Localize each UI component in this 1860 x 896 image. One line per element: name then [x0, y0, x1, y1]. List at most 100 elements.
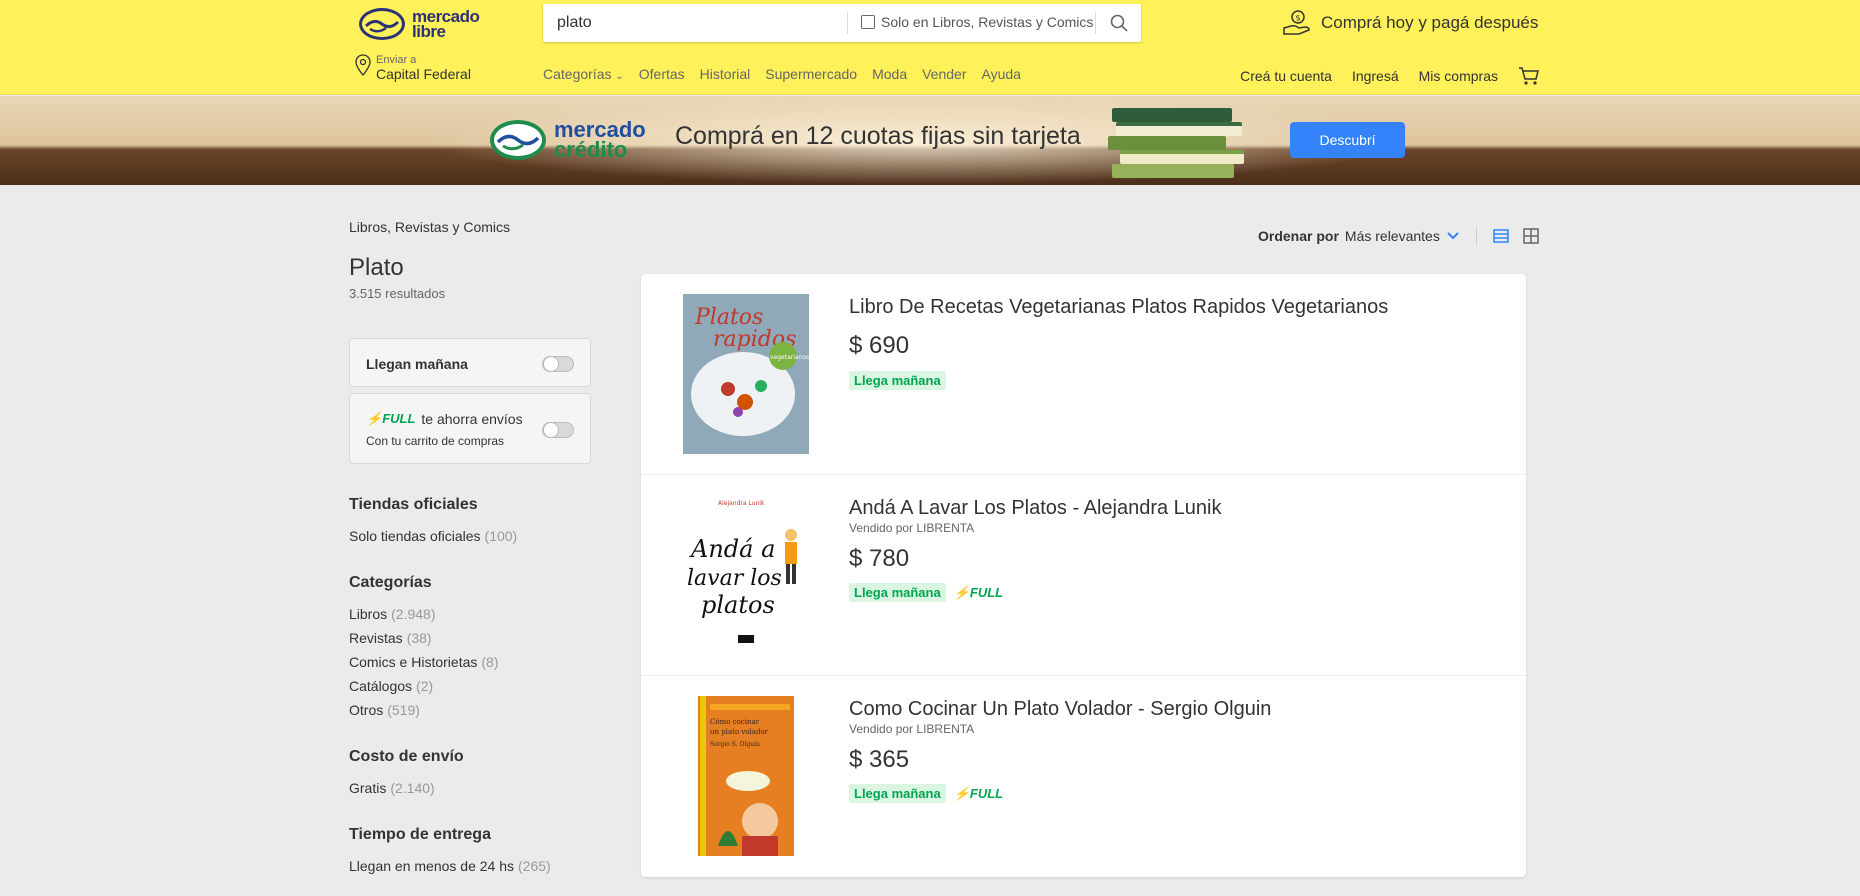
mc-line2: crédito [554, 137, 628, 162]
sort-label: Ordenar por [1258, 228, 1339, 244]
filter-item[interactable]: Libros (2.948) [349, 602, 499, 626]
mercadolibre-logo[interactable]: mercado libre [358, 4, 494, 44]
section-title: Tiendas oficiales [349, 496, 478, 513]
filter-item-label: Gratis [349, 780, 387, 796]
account-nav: Creá tu cuenta Ingresá Mis compras [1240, 66, 1540, 86]
cover3-line2: un plato volador [710, 728, 769, 736]
nav-categorias[interactable]: Categorías ⌄ [543, 66, 624, 82]
list-view-icon[interactable] [1493, 228, 1509, 244]
filter-item-count: (38) [406, 630, 432, 646]
cover2-line1: Andá a [689, 535, 775, 563]
sort-separator [1475, 227, 1477, 245]
nav-historial[interactable]: Historial [700, 66, 751, 82]
product-price: $ 780 [849, 545, 910, 572]
filter-item-label: Llegan en menos de 24 hs [349, 858, 515, 874]
shipping-badge: Llega mañana [849, 371, 946, 390]
filter-item[interactable]: Llegan en menos de 24 hs (265) [349, 854, 551, 878]
section-tiendas-oficiales: Tiendas oficiales Solo tiendas oficiales… [349, 496, 517, 548]
section-tiempo-entrega: Tiempo de entrega Llegan en menos de 24 … [349, 826, 551, 878]
filter-item-count: (8) [481, 654, 499, 670]
full-badge-text: FULL [382, 411, 416, 426]
filter-item-count: (2.140) [390, 780, 435, 796]
filter-item[interactable]: Catálogos (2) [349, 674, 499, 698]
login-link[interactable]: Ingresá [1352, 68, 1399, 84]
result-card[interactable]: Platos rapidos vegetarianos Libro De Rec… [641, 274, 1526, 475]
chevron-down-icon [1447, 232, 1459, 240]
checkbox-box[interactable] [861, 15, 875, 29]
section-title: Costo de envío [349, 748, 464, 765]
filter-item-label: Libros [349, 606, 388, 622]
product-thumbnail[interactable]: Cómo cocinar un plato volador Sergio S. … [683, 696, 809, 856]
cover2-author: Alejandra Lunik [718, 500, 765, 507]
search-button-divider [1095, 12, 1096, 34]
nav-ayuda[interactable]: Ayuda [981, 66, 1020, 82]
breadcrumb[interactable]: Libros, Revistas y Comics [349, 219, 510, 235]
banner-title: Comprá en 12 cuotas fijas sin tarjeta [675, 122, 1081, 150]
full-badge: ⚡FULL [953, 785, 1004, 801]
product-title[interactable]: Libro De Recetas Vegetarianas Platos Rap… [849, 296, 1388, 319]
filter-item[interactable]: Solo tiendas oficiales (100) [349, 524, 517, 548]
section-title: Tiempo de entrega [349, 826, 491, 843]
my-purchases-link[interactable]: Mis compras [1419, 68, 1498, 84]
search-input[interactable] [543, 4, 843, 42]
search-button[interactable] [1099, 4, 1139, 42]
shipping-info: Llega mañana ⚡FULL [849, 784, 1003, 803]
filter-item-count: (2.948) [391, 606, 436, 622]
sort-bar: Ordenar por Más relevantes [1258, 227, 1539, 245]
promo-banner[interactable]: mercado crédito Comprá en 12 cuotas fija… [0, 96, 1860, 185]
grid-view-icon[interactable] [1523, 228, 1539, 244]
location-selector[interactable]: Enviar a Capital Federal [355, 54, 471, 82]
shipping-badge: Llega mañana [849, 784, 946, 803]
filter-full-title: ⚡FULL te ahorra envíos [366, 411, 523, 427]
sort-value: Más relevantes [1344, 228, 1440, 244]
hand-coin-icon: $ [1283, 10, 1310, 35]
filter-full-label: te ahorra envíos [421, 411, 523, 427]
promo-link[interactable]: $ Comprá hoy y pagá después [1283, 10, 1538, 36]
mercado-credito-text: mercado crédito [554, 119, 646, 162]
handshake-logo-icon [359, 8, 405, 40]
result-card[interactable]: Cómo cocinar un plato volador Sergio S. … [641, 676, 1526, 877]
book-cover-image: Platos rapidos vegetarianos [683, 294, 809, 454]
mercado-credito-handshake-icon [490, 120, 546, 160]
nav-moda[interactable]: Moda [872, 66, 907, 82]
filter-item[interactable]: Gratis (2.140) [349, 776, 464, 800]
full-badge-text: FULL [969, 785, 1004, 801]
product-thumbnail[interactable]: Alejandra Lunik Andá a lavar los platos [683, 495, 809, 655]
toggle-full[interactable] [542, 422, 574, 438]
search-divider [847, 12, 848, 34]
filter-item[interactable]: Revistas (38) [349, 626, 499, 650]
cover3-line1: Cómo cocinar [710, 718, 760, 726]
filter-llegan-manana[interactable]: Llegan mañana [349, 338, 591, 387]
book-cover-image: Alejandra Lunik Andá a lavar los platos [683, 495, 809, 655]
shipping-info: Llega mañana [849, 371, 946, 390]
discover-button[interactable]: Descubrí [1290, 122, 1405, 158]
sort-dropdown[interactable]: Más relevantes [1345, 228, 1460, 244]
results-list: Platos rapidos vegetarianos Libro De Rec… [641, 274, 1526, 877]
section-title: Categorías [349, 574, 432, 591]
filter-item-label: Otros [349, 702, 384, 718]
results-count: 3.515 resultados [349, 286, 446, 301]
filter-full[interactable]: ⚡FULL te ahorra envíos Con tu carrito de… [349, 393, 591, 464]
product-title[interactable]: Andá A Lavar Los Platos - Alejandra Luni… [849, 497, 1221, 520]
product-price: $ 365 [849, 746, 910, 773]
nav-vender[interactable]: Vender [922, 66, 966, 82]
nav-supermercado[interactable]: Supermercado [765, 66, 857, 82]
full-badge: ⚡FULL [953, 584, 1004, 600]
filter-item-count: (265) [518, 858, 551, 874]
location-text: Enviar a Capital Federal [376, 54, 471, 82]
create-account-link[interactable]: Creá tu cuenta [1240, 68, 1332, 84]
cart-icon[interactable] [1518, 66, 1540, 86]
filter-llegan-manana-label: Llegan mañana [366, 356, 468, 372]
search-filter-checkbox[interactable]: Solo en Libros, Revistas y Comics [861, 14, 1093, 30]
filter-item-label: Solo tiendas oficiales [349, 528, 481, 544]
toggle-llegan-manana[interactable] [542, 356, 574, 372]
filter-item-count: (100) [484, 528, 518, 544]
shipping-badge: Llega mañana [849, 583, 946, 602]
section-costo-envio: Costo de envío Gratis (2.140) [349, 748, 464, 800]
filter-item[interactable]: Otros (519) [349, 698, 499, 722]
product-title[interactable]: Como Cocinar Un Plato Volador - Sergio O… [849, 698, 1271, 721]
result-card[interactable]: Alejandra Lunik Andá a lavar los platos … [641, 475, 1526, 676]
nav-ofertas[interactable]: Ofertas [639, 66, 685, 82]
filter-item[interactable]: Comics e Historietas (8) [349, 650, 499, 674]
product-thumbnail[interactable]: Platos rapidos vegetarianos [683, 294, 809, 454]
